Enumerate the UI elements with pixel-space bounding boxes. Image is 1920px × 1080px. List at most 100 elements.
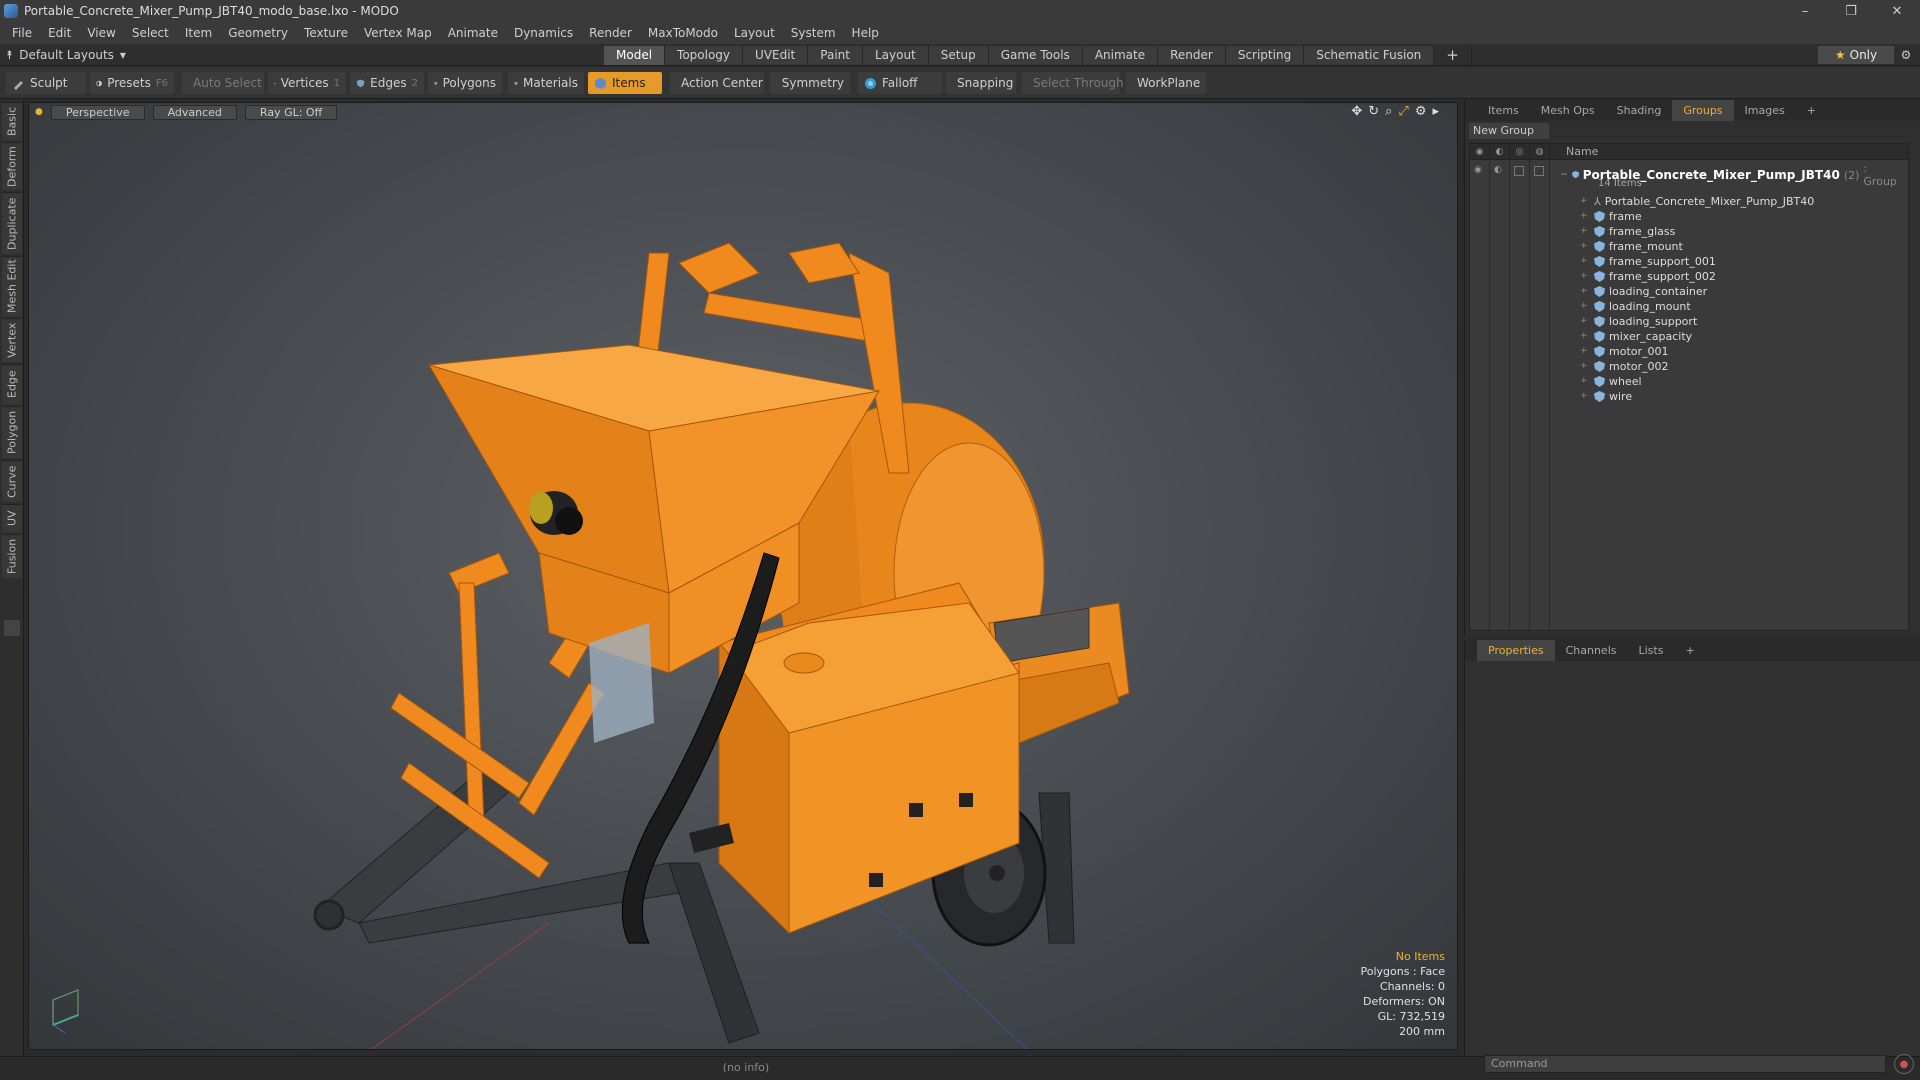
tab-mesh-ops[interactable]: Mesh Ops (1530, 100, 1606, 121)
edges-button[interactable]: Edges 2 (350, 72, 424, 94)
menu-vertex-map[interactable]: Vertex Map (356, 26, 440, 40)
materials-button[interactable]: Materials (508, 72, 584, 94)
root-eye-icon[interactable]: ◉ (1474, 165, 1482, 175)
tab-game-tools[interactable]: Game Tools (988, 46, 1083, 65)
add-panel-tab-button[interactable]: + (1796, 100, 1827, 121)
vertices-button[interactable]: Vertices 1 (268, 72, 346, 94)
eye-icon[interactable]: ◉ (1470, 144, 1490, 160)
mesh-icon (1594, 225, 1605, 237)
menu-render[interactable]: Render (581, 26, 640, 40)
menu-dynamics[interactable]: Dynamics (506, 26, 581, 40)
layout-tab-bar: ⯭ Default Layouts ▾ Model Topology UVEdi… (0, 44, 1920, 66)
root-render-icon[interactable]: ◐ (1494, 165, 1502, 175)
vtab-basic[interactable]: Basic (2, 102, 22, 140)
symmetry-label: Symmetry (781, 76, 844, 90)
select-icon[interactable]: ◍ (1530, 144, 1550, 160)
menu-help[interactable]: Help (844, 26, 887, 40)
menu-select[interactable]: Select (124, 26, 177, 40)
auto-select-button[interactable]: Auto Select (182, 72, 264, 94)
tab-render[interactable]: Render (1158, 46, 1226, 65)
symmetry-button[interactable]: Symmetry (770, 72, 850, 94)
workplane-button[interactable]: WorkPlane (1126, 72, 1206, 94)
tab-animate[interactable]: Animate (1082, 46, 1159, 65)
vtab-vertex[interactable]: Vertex (2, 318, 22, 362)
menu-edit[interactable]: Edit (40, 26, 79, 40)
menu-view[interactable]: View (79, 26, 123, 40)
tab-lists[interactable]: Lists (1628, 640, 1675, 661)
vtab-mesh-edit[interactable]: Mesh Edit (2, 256, 22, 316)
action-center-button[interactable]: Action Center (670, 72, 764, 94)
tab-shading[interactable]: Shading (1606, 100, 1673, 121)
vtab-edge[interactable]: Edge (2, 364, 22, 404)
default-layouts-dropdown[interactable]: ⯭ Default Layouts ▾ (6, 46, 126, 64)
menu-geometry[interactable]: Geometry (220, 26, 296, 40)
close-button[interactable]: ✕ (1874, 0, 1920, 22)
vtab-curve[interactable]: Curve (2, 460, 22, 502)
collapse-icon[interactable]: − (1560, 170, 1568, 180)
falloff-button[interactable]: Falloff (858, 72, 942, 94)
root-lock-checkbox[interactable] (1514, 166, 1524, 176)
vtab-uv[interactable]: UV (2, 504, 22, 532)
gear-icon[interactable]: ⚙ (1896, 46, 1916, 64)
item-label: mixer_capacity (1609, 329, 1693, 343)
vtab-duplicate[interactable]: Duplicate (2, 192, 22, 254)
snapping-button[interactable]: Snapping (946, 72, 1016, 94)
tab-model[interactable]: Model (604, 46, 666, 65)
command-record-icon[interactable]: ● (1894, 1054, 1914, 1074)
vtab-fusion[interactable]: Fusion (2, 534, 22, 578)
maximize-button[interactable]: ❐ (1828, 0, 1874, 22)
tab-paint[interactable]: Paint (808, 46, 863, 65)
root-select-checkbox[interactable] (1534, 166, 1544, 176)
polygons-button[interactable]: Polygons (428, 72, 502, 94)
menu-layout[interactable]: Layout (726, 26, 783, 40)
command-input[interactable]: Command (1484, 1055, 1886, 1073)
new-group-button[interactable]: New Group (1469, 123, 1549, 139)
items-button[interactable]: Items (588, 72, 662, 94)
modo-app-icon (4, 4, 18, 18)
select-through-button[interactable]: Select Through (1022, 72, 1124, 94)
name-column-header[interactable]: Name (1566, 145, 1598, 158)
menu-file[interactable]: File (4, 26, 40, 40)
menu-system[interactable]: System (783, 26, 844, 40)
lock-icon[interactable]: ◎ (1510, 144, 1530, 160)
tab-layout[interactable]: Layout (862, 46, 929, 65)
mesh-icon (1594, 330, 1605, 342)
menu-texture[interactable]: Texture (296, 26, 356, 40)
menu-animate[interactable]: Animate (440, 26, 506, 40)
only-toggle[interactable]: ★ Only (1818, 46, 1894, 64)
add-tab-button[interactable]: + (1434, 46, 1472, 65)
tab-groups[interactable]: Groups (1672, 100, 1734, 121)
tab-properties[interactable]: Properties (1477, 640, 1555, 661)
list-item[interactable]: + wire (1580, 387, 1632, 405)
tab-topology[interactable]: Topology (665, 46, 744, 65)
tab-uvedit[interactable]: UVEdit (743, 46, 809, 65)
tab-setup[interactable]: Setup (928, 46, 989, 65)
menu-item[interactable]: Item (177, 26, 220, 40)
tab-channels[interactable]: Channels (1555, 640, 1628, 661)
item-label: Portable_Concrete_Mixer_Pump_JBT40 (1604, 194, 1815, 208)
minimize-button[interactable]: – (1782, 0, 1828, 22)
tab-schematic-fusion[interactable]: Schematic Fusion (1304, 46, 1435, 65)
vertices-shortcut: 1 (333, 77, 340, 89)
tab-options-button[interactable] (4, 620, 20, 636)
tab-images[interactable]: Images (1734, 100, 1796, 121)
mesh-icon (1594, 390, 1605, 402)
snapping-label: Snapping (957, 76, 1014, 90)
menu-maxtomodo[interactable]: MaxToModo (640, 26, 726, 40)
render-icon[interactable]: ◐ (1490, 144, 1510, 160)
x-axis-line (370, 922, 550, 1049)
vtab-deform[interactable]: Deform (2, 142, 22, 190)
stat-no-items: No Items (1395, 950, 1445, 963)
stat-channels: Channels: 0 (1379, 980, 1445, 993)
presets-label: Presets (107, 76, 151, 90)
tab-items[interactable]: Items (1477, 100, 1530, 121)
tab-scripting[interactable]: Scripting (1225, 46, 1305, 65)
3d-viewport[interactable]: ● Perspective Advanced Ray GL: Off ✥ ↻ ⌕… (28, 102, 1458, 1050)
stat-scale: 200 mm (1399, 1025, 1445, 1038)
mesh-icon (1594, 270, 1605, 282)
sculpt-button[interactable]: Sculpt (6, 72, 86, 94)
add-props-tab-button[interactable]: + (1674, 640, 1705, 661)
status-info: (no info) (722, 1061, 770, 1074)
vtab-polygon[interactable]: Polygon (2, 406, 22, 458)
presets-button[interactable]: Presets F6 (90, 72, 174, 94)
